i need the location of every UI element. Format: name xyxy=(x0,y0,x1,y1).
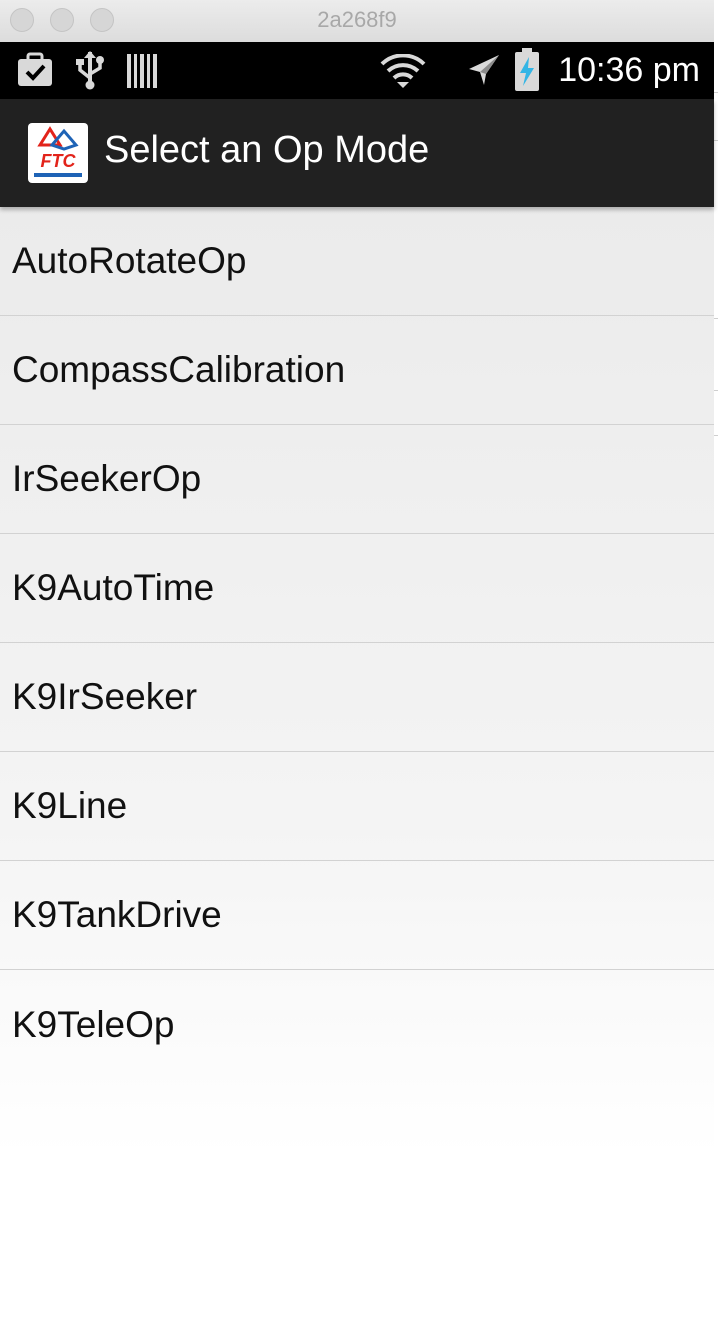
clipboard-check-icon xyxy=(18,52,52,86)
op-mode-item[interactable]: CompassCalibration xyxy=(0,316,714,425)
battery-charging-icon xyxy=(515,48,539,91)
ftc-logo-graphic: FTC xyxy=(34,126,82,177)
status-bar: 10:36 pm xyxy=(0,42,714,99)
op-mode-label: IrSeekerOp xyxy=(12,458,202,499)
background-window-edge xyxy=(714,0,718,1330)
page-title: Select an Op Mode xyxy=(104,129,430,171)
op-mode-label: K9TankDrive xyxy=(12,894,222,935)
op-mode-list: AutoRotateOp CompassCalibration IrSeekerOp… xyxy=(0,207,714,1322)
window-titlebar: 2a268f9 xyxy=(0,0,714,43)
airplane-mode-icon xyxy=(469,55,499,85)
op-mode-item[interactable]: K9Line xyxy=(0,752,714,861)
status-bar-clock: 10:36 pm xyxy=(558,51,700,89)
op-mode-item[interactable]: IrSeekerOp xyxy=(0,425,714,534)
app-window: 2a268f9 10:36 pm FTC Select an Op Mode A… xyxy=(0,0,714,1322)
op-mode-item[interactable]: K9TankDrive xyxy=(0,861,714,970)
op-mode-item[interactable]: AutoRotateOp xyxy=(0,207,714,316)
action-bar: FTC Select an Op Mode xyxy=(0,99,714,207)
window-title: 2a268f9 xyxy=(317,7,397,32)
op-mode-label: K9TeleOp xyxy=(12,1003,175,1045)
op-mode-label: K9Line xyxy=(12,785,128,826)
op-mode-item[interactable]: K9TeleOp xyxy=(0,970,714,1079)
barcode-icon xyxy=(127,54,157,88)
ftc-logo-text: FTC xyxy=(41,151,77,171)
wifi-icon xyxy=(380,54,426,88)
ftc-logo: FTC xyxy=(28,123,88,183)
op-mode-label: AutoRotateOp xyxy=(12,240,247,281)
op-mode-label: CompassCalibration xyxy=(12,349,346,390)
op-mode-item[interactable]: K9IrSeeker xyxy=(0,643,714,752)
op-mode-item[interactable]: K9AutoTime xyxy=(0,534,714,643)
op-mode-label: K9AutoTime xyxy=(12,567,215,608)
op-mode-label: K9IrSeeker xyxy=(12,676,198,717)
usb-icon xyxy=(76,51,104,90)
